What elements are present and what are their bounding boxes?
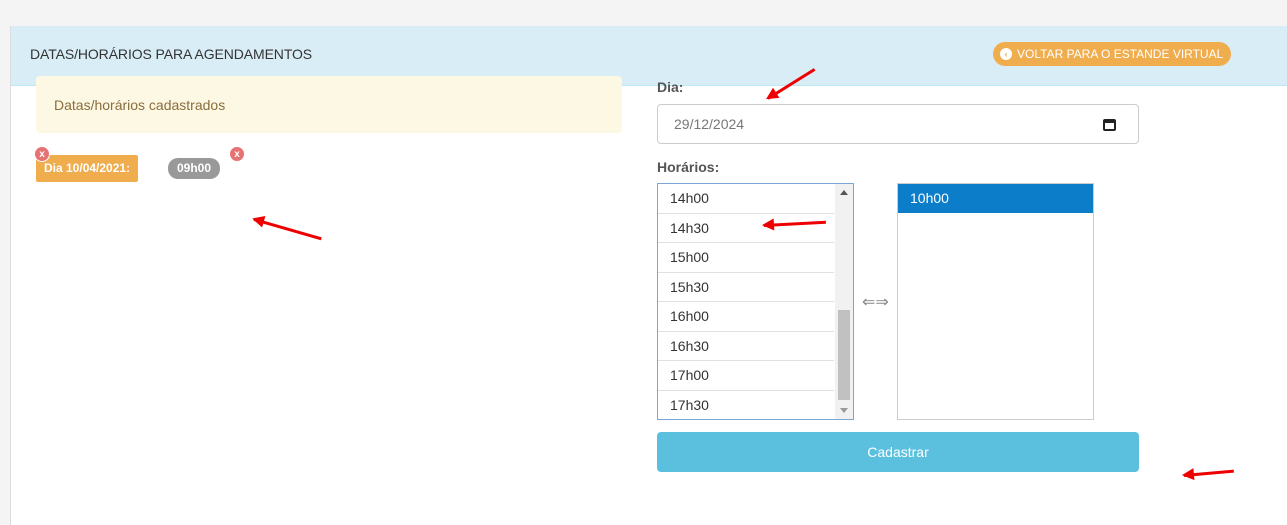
day-date-input[interactable] — [658, 105, 1098, 143]
hour-option[interactable]: 17h00 — [658, 361, 834, 391]
back-button-label: VOLTAR PARA O ESTANDE VIRTUAL — [1017, 47, 1224, 61]
day-date-field[interactable] — [657, 104, 1139, 144]
hour-option[interactable]: 15h30 — [658, 273, 834, 302]
calendar-icon[interactable] — [1103, 119, 1116, 131]
remove-hour-icon[interactable]: x — [229, 146, 245, 162]
hour-option[interactable]: 14h30 — [658, 214, 834, 243]
back-to-virtual-booth-button[interactable]: ‹ VOLTAR PARA O ESTANDE VIRTUAL — [993, 42, 1232, 66]
scroll-thumb[interactable] — [838, 310, 850, 400]
registered-alert: Datas/horários cadastrados — [36, 76, 622, 133]
scroll-down-icon[interactable] — [840, 408, 848, 413]
swap-arrows-icon: ⇐⇒ — [862, 294, 889, 311]
submit-button[interactable]: Cadastrar — [657, 432, 1139, 472]
hour-option[interactable]: 16h30 — [658, 332, 834, 361]
page-title: DATAS/HORÁRIOS PARA AGENDAMENTOS — [30, 46, 313, 62]
hour-option[interactable]: 14h00 — [658, 184, 834, 214]
remove-day-icon[interactable]: x — [34, 146, 50, 162]
scroll-up-icon[interactable] — [840, 190, 848, 195]
day-label: Dia: — [657, 79, 684, 95]
hour-option[interactable]: 17h30 — [658, 391, 834, 420]
list-scrollbar[interactable] — [835, 184, 853, 419]
selected-hour-option[interactable]: 10h00 — [898, 184, 1093, 213]
registered-day-tag: Dia 10/04/2021: — [36, 155, 139, 182]
hour-option[interactable]: 15h00 — [658, 243, 834, 273]
hours-label: Horários: — [657, 159, 720, 175]
registered-alert-text: Datas/horários cadastrados — [54, 97, 226, 113]
available-hours-list[interactable]: 14h00 14h30 15h00 15h30 16h00 16h30 17h0… — [657, 183, 854, 420]
chevron-left-circle-icon: ‹ — [1000, 48, 1012, 60]
selected-hours-list[interactable]: 10h00 — [897, 183, 1094, 420]
registered-hour-tag: 09h00 — [168, 158, 221, 179]
hour-option[interactable]: 16h00 — [658, 302, 834, 332]
